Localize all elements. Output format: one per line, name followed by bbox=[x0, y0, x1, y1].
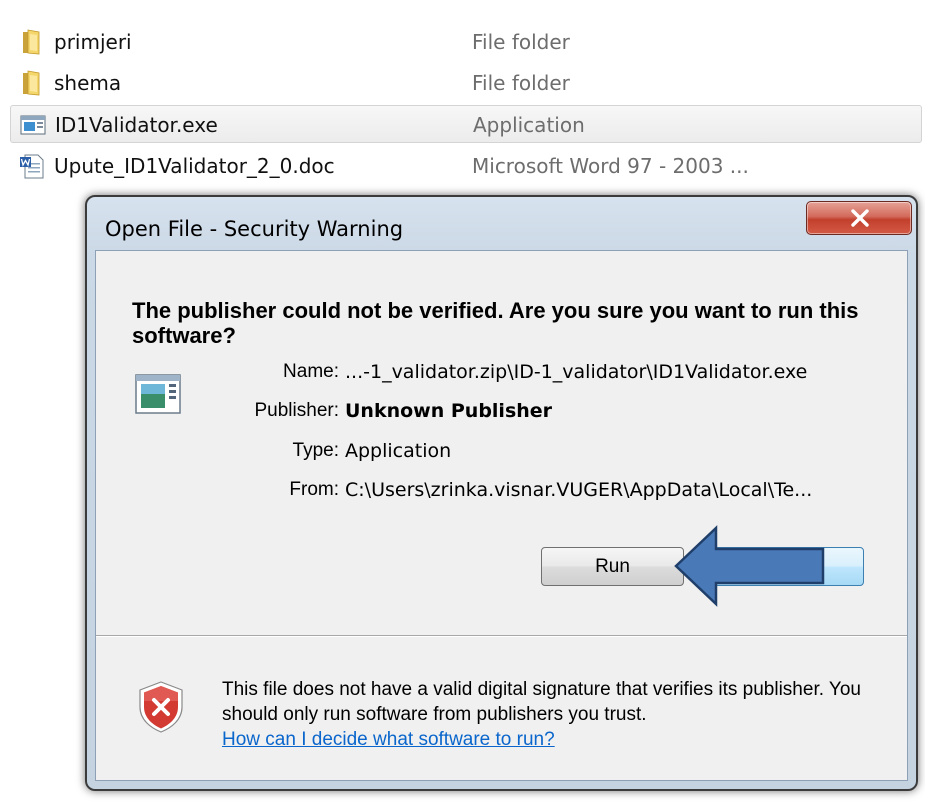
close-icon bbox=[851, 209, 869, 227]
cancel-button[interactable] bbox=[694, 547, 864, 586]
type-value: Application bbox=[345, 440, 452, 462]
detail-type: Type: Application bbox=[96, 438, 909, 468]
file-type: File folder bbox=[472, 71, 570, 95]
warning-message: This file does not have a valid digital … bbox=[222, 679, 861, 725]
shield-icon bbox=[139, 681, 183, 733]
file-row-primjeri[interactable]: primjeri File folder bbox=[10, 23, 922, 61]
dialog-title: Open File - Security Warning bbox=[105, 217, 404, 241]
publisher-value: Unknown Publisher bbox=[345, 400, 553, 422]
application-icon bbox=[20, 115, 46, 135]
file-row-id1validator[interactable]: ID1Validator.exe Application bbox=[10, 105, 922, 143]
type-label: Type: bbox=[292, 440, 339, 461]
name-label: Name: bbox=[283, 361, 339, 382]
folder-icon bbox=[23, 29, 40, 55]
word-document-icon bbox=[20, 154, 44, 179]
file-type: File folder bbox=[472, 30, 570, 54]
run-button[interactable]: Run bbox=[541, 547, 684, 586]
file-name: Upute_ID1Validator_2_0.doc bbox=[54, 154, 335, 178]
file-row-upute-doc[interactable]: Upute_ID1Validator_2_0.doc Microsoft Wor… bbox=[10, 147, 922, 185]
file-name: ID1Validator.exe bbox=[55, 113, 218, 137]
file-row-shema[interactable]: shema File folder bbox=[10, 64, 922, 102]
dialog-content: The publisher could not be verified. Are… bbox=[95, 250, 908, 781]
name-value: ...-1_validator.zip\ID-1_validator\ID1Va… bbox=[345, 361, 808, 383]
publisher-label: Publisher: bbox=[254, 400, 340, 421]
from-label: From: bbox=[289, 479, 339, 500]
warning-headline: The publisher could not be verified. Are… bbox=[132, 298, 859, 348]
security-warning-dialog: Open File - Security Warning The publish… bbox=[85, 195, 918, 791]
file-name: primjeri bbox=[54, 30, 132, 54]
file-type: Microsoft Word 97 - 2003 ... bbox=[472, 154, 749, 178]
detail-publisher: Publisher: Unknown Publisher bbox=[96, 398, 909, 428]
file-type: Application bbox=[473, 113, 585, 137]
folder-icon bbox=[23, 70, 40, 96]
file-name: shema bbox=[54, 71, 122, 95]
close-button[interactable] bbox=[806, 201, 912, 235]
help-link[interactable]: How can I decide what software to run? bbox=[222, 727, 555, 752]
detail-from: From: C:\Users\zrinka.visnar.VUGER\AppDa… bbox=[96, 477, 909, 507]
from-value: C:\Users\zrinka.visnar.VUGER\AppData\Loc… bbox=[345, 479, 813, 501]
separator bbox=[96, 635, 907, 637]
detail-name: Name: ...-1_validator.zip\ID-1_validator… bbox=[96, 359, 909, 389]
